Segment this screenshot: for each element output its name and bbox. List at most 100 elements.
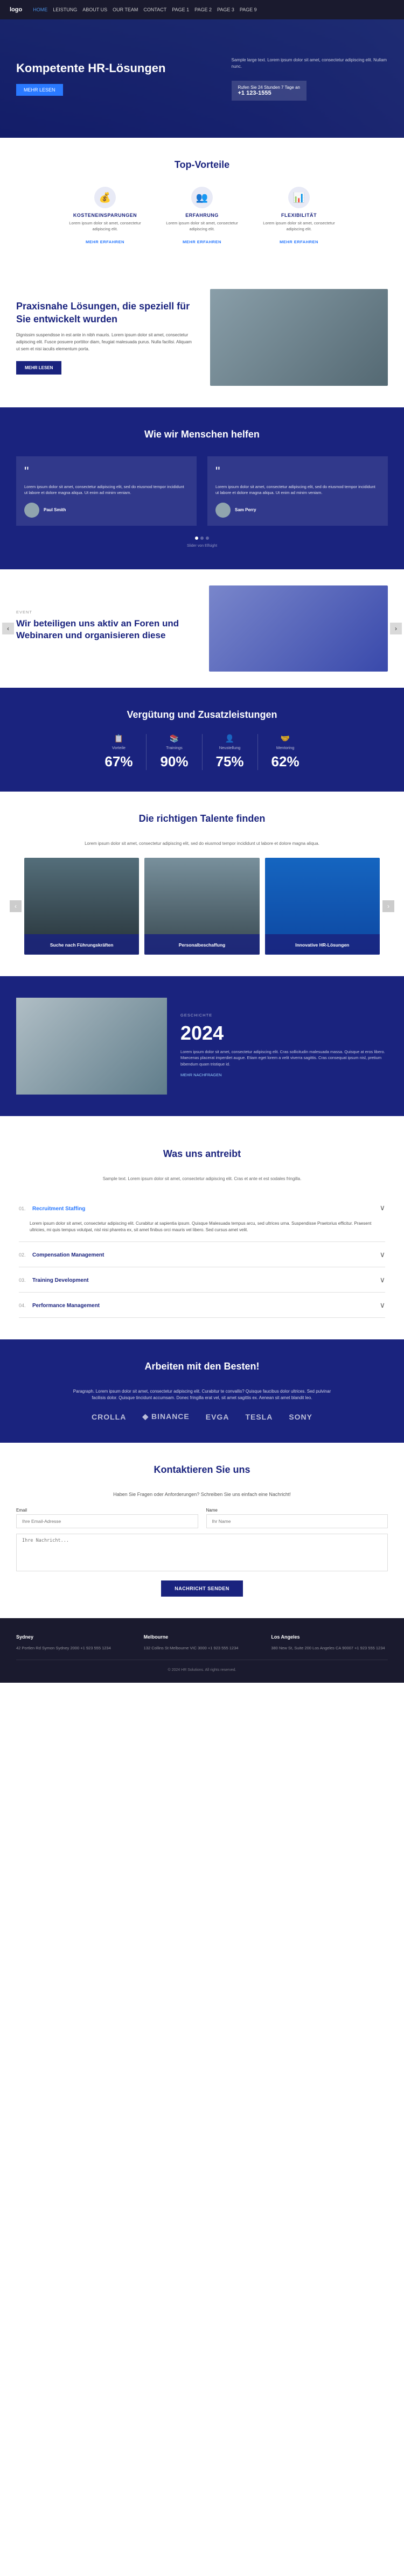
- flexibilitaet-label: FLEXIBILITÄT: [261, 213, 337, 218]
- vorteile-stat-icon: 📋: [105, 734, 133, 743]
- mentoring-stat-label: Mentoring: [271, 745, 299, 750]
- name-input[interactable]: [206, 1514, 388, 1528]
- arbeiten-section: Arbeiten mit den Besten! Paragraph. Lore…: [0, 1339, 404, 1443]
- slider-dots: [16, 537, 388, 540]
- testimonial-1-author: Paul Smith: [24, 503, 189, 518]
- wie-wir-title: Wie wir Menschen helfen: [16, 429, 388, 440]
- kontakt-title: Kontaktieren Sie uns: [16, 1464, 388, 1476]
- vorteile-stat-label: Vorteile: [105, 745, 133, 750]
- accordion-item-3: 03. Training Development ∨: [19, 1267, 385, 1293]
- talente-card-3-overlay: Innovative HR-Lösungen: [265, 934, 380, 955]
- brand-binance: ◆ BINANCE: [142, 1412, 189, 1421]
- nav-link-home[interactable]: HOME: [33, 7, 47, 12]
- kosten-mehr-button[interactable]: MEHR ERFAHREN: [86, 239, 124, 244]
- vorteil-kosten: 💰 KOSTENEINSPARUNGEN Lorem ipsum dolor s…: [67, 187, 143, 246]
- nav-link-team[interactable]: OUR TEAM: [113, 7, 138, 12]
- kosten-icon: 💰: [94, 187, 116, 208]
- erfahrung-icon: 👥: [191, 187, 213, 208]
- footer-col-melbourne: Melbourne 132 Collins St Melbourne VIC 3…: [144, 1634, 261, 1652]
- talente-card-1-title: Suche nach Führungskräften: [50, 942, 114, 948]
- hero-phone-box: Rufen Sie 24 Stunden 7 Tage an +1 123-15…: [232, 81, 307, 101]
- accordion-header-2-left: 02. Compensation Management: [19, 1250, 104, 1259]
- uber-text: Lorem ipsum dolor sit amet, consectetur …: [180, 1049, 388, 1067]
- nav-link-p9[interactable]: PAGE 9: [240, 7, 257, 12]
- vergutung-title: Vergütung und Zusatzleistungen: [16, 709, 388, 721]
- testimonial-2-author: Sam Perry: [215, 503, 380, 518]
- vorteile-grid: 💰 KOSTENEINSPARUNGEN Lorem ipsum dolor s…: [16, 187, 388, 246]
- praxisnahe-button[interactable]: MEHR LESEN: [16, 361, 61, 375]
- accordion-body-1: Lorem ipsum dolor sit amet, consectetur …: [19, 1220, 385, 1242]
- erfahrung-mehr-button[interactable]: MEHR ERFAHREN: [183, 239, 221, 244]
- send-message-button[interactable]: NACHRICHT SENDEN: [161, 1580, 243, 1597]
- accordion-item-1: 01. Recruitment Staffing ∨ Lorem ipsum d…: [19, 1196, 385, 1243]
- hero-content: Kompetente HR-Lösungen MEHR LESEN: [16, 61, 221, 96]
- mentoring-stat-value: 62%: [271, 753, 299, 770]
- accordion-header-1[interactable]: 01. Recruitment Staffing ∨: [19, 1196, 385, 1220]
- accordion-item-2: 02. Compensation Management ∨: [19, 1242, 385, 1267]
- footer-cols: Sydney 42 Portlen Rd Symon Sydney 2000 +…: [16, 1634, 388, 1652]
- talente-card-1-overlay: Suche nach Führungskräften: [24, 934, 139, 955]
- kontakt-form-row: Email Name: [16, 1508, 388, 1528]
- trainings-stat-value: 90%: [160, 753, 188, 770]
- foren-tag: EVENT: [16, 610, 196, 615]
- nav-link-p3[interactable]: PAGE 3: [217, 7, 234, 12]
- erfahrung-desc: Lorem ipsum dolor sit amet, consectetur …: [164, 221, 240, 232]
- flexibilitaet-icon: 📊: [288, 187, 310, 208]
- praxisnahe-image: [210, 289, 388, 386]
- hero-section: Kompetente HR-Lösungen MEHR LESEN Sample…: [0, 19, 404, 138]
- hero-cta-button[interactable]: MEHR LESEN: [16, 84, 63, 96]
- accordion-header-4[interactable]: 04. Performance Management ∨: [19, 1293, 385, 1317]
- hero-phone-number: +1 123-1555: [238, 90, 301, 96]
- foren-next-button[interactable]: ›: [390, 623, 402, 634]
- logo[interactable]: logo: [10, 6, 22, 13]
- talente-next-button[interactable]: ›: [382, 900, 394, 912]
- dot-1[interactable]: [195, 537, 198, 540]
- message-textarea[interactable]: [16, 1534, 388, 1571]
- talente-section: Die richtigen Talente finden Lorem ipsum…: [0, 792, 404, 976]
- testimonial-1-text: Lorem ipsum dolor sit amet, consectetur …: [24, 484, 189, 496]
- was-desc: Sample text. Lorem ipsum dolor sit amet,…: [16, 1176, 388, 1182]
- testimonials-container: " Lorem ipsum dolor sit amet, consectetu…: [16, 456, 388, 526]
- accordion-header-2[interactable]: 02. Compensation Management ∨: [19, 1242, 385, 1267]
- author-1-avatar: [24, 503, 39, 518]
- flexibilitaet-mehr-button[interactable]: MEHR ERFAHREN: [280, 239, 318, 244]
- trainings-stat-label: Trainings: [160, 745, 188, 750]
- was-title: Was uns antreibt: [16, 1148, 388, 1160]
- footer-sydney-text: 42 Portlen Rd Symon Sydney 2000 +1 923 5…: [16, 1645, 133, 1652]
- arbeiten-title: Arbeiten mit den Besten!: [16, 1361, 388, 1372]
- erfahrung-label: ERFAHRUNG: [164, 213, 240, 218]
- accordion-title-2: Compensation Management: [32, 1252, 104, 1258]
- flexibilitaet-desc: Lorem ipsum dolor sit amet, consectetur …: [261, 221, 337, 232]
- foren-prev-button[interactable]: ‹: [2, 623, 14, 634]
- uber-content: GESCHICHTE 2024 Lorem ipsum dolor sit am…: [180, 1013, 388, 1079]
- hero-sample-text: Sample large text. Lorem ipsum dolor sit…: [232, 57, 388, 70]
- uber-year: 2024: [180, 1022, 388, 1044]
- kosten-label: KOSTENEINSPARUNGEN: [67, 213, 143, 218]
- stat-trainings: 📚 Trainings 90%: [147, 734, 202, 770]
- accordion-header-4-left: 04. Performance Management: [19, 1300, 100, 1310]
- top-vorteile-section: Top-Vorteile 💰 KOSTENEINSPARUNGEN Lorem …: [0, 138, 404, 267]
- dot-2[interactable]: [200, 537, 204, 540]
- accordion-item-4: 04. Performance Management ∨: [19, 1293, 385, 1318]
- uber-title-bar: [0, 1116, 404, 1127]
- footer-col-la: Los Angeles 380 New St, Suite 200 Los An…: [271, 1634, 388, 1652]
- talente-prev-button[interactable]: ‹: [10, 900, 22, 912]
- nav-link-p1[interactable]: PAGE 1: [172, 7, 189, 12]
- nav-links: HOME LEISTUNG ABOUT US OUR TEAM CONTACT …: [33, 7, 256, 12]
- talente-desc: Lorem ipsum dolor sit amet, consectetur …: [67, 841, 337, 847]
- uber-link[interactable]: MEHR NACHFRAGEN: [180, 1072, 222, 1077]
- stat-neustellung: 👤 Neustellung 75%: [203, 734, 258, 770]
- email-input[interactable]: [16, 1514, 198, 1528]
- dot-3[interactable]: [206, 537, 209, 540]
- accordion-header-3[interactable]: 03. Training Development ∨: [19, 1267, 385, 1292]
- brand-sony: SONY: [289, 1413, 312, 1421]
- nav-link-contact[interactable]: CONTACT: [143, 7, 166, 12]
- nav-link-about[interactable]: ABOUT US: [82, 7, 107, 12]
- brand-evga: EVGA: [206, 1413, 229, 1421]
- nav-link-p2[interactable]: PAGE 2: [194, 7, 212, 12]
- accordion-header-1-left: 01. Recruitment Staffing: [19, 1203, 85, 1213]
- nav-link-leistung[interactable]: LEISTUNG: [53, 7, 77, 12]
- uber-tag: GESCHICHTE: [180, 1013, 388, 1018]
- quote-mark-1: ": [24, 464, 189, 479]
- vorteile-title: Top-Vorteile: [16, 159, 388, 171]
